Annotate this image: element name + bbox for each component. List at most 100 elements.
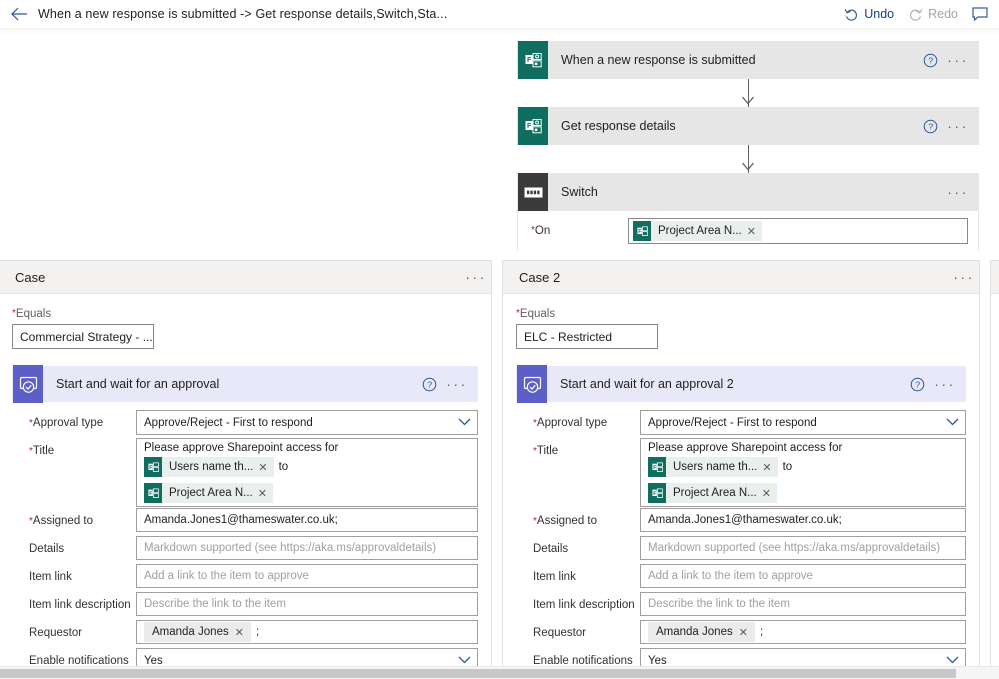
case-panel-3-partial[interactable] — [990, 260, 999, 679]
switch-on-input[interactable]: F Project Area N... ✕ — [628, 218, 968, 244]
case-2-equals-input[interactable]: ELC - Restricted — [516, 324, 658, 349]
svg-text:F: F — [527, 57, 532, 64]
remove-token-icon[interactable]: ✕ — [762, 461, 777, 474]
help-circle-icon[interactable]: ? — [917, 47, 943, 73]
more-options-icon[interactable]: ··· — [442, 371, 472, 397]
microsoft-forms-icon: F — [648, 483, 666, 503]
more-options-icon[interactable]: ··· — [943, 113, 973, 139]
horizontal-scrollbar-thumb[interactable] — [0, 669, 956, 678]
remove-token-icon[interactable]: ✕ — [229, 626, 251, 639]
case-2-title: Case 2 — [519, 269, 561, 285]
more-options-icon[interactable]: ··· — [949, 264, 979, 290]
svg-text:F: F — [149, 464, 152, 470]
more-options-icon[interactable]: ··· — [461, 264, 491, 290]
undo-button[interactable]: Undo — [837, 3, 901, 25]
case-1-title: Case — [15, 269, 46, 285]
item-link-description-placeholder: Describe the link to the item — [648, 598, 790, 610]
redo-button[interactable]: Redo — [901, 3, 965, 25]
item-link-description-input[interactable]: Describe the link to the item — [640, 592, 966, 616]
token-chip-label: Users name th... — [169, 461, 254, 473]
case-2-equals-label: *Equals — [516, 308, 556, 320]
field-item-link-description: Item link description Describe the link … — [516, 592, 966, 619]
trigger-title: When a new response is submitted — [561, 53, 756, 67]
help-circle-icon[interactable]: ? — [917, 113, 943, 139]
requestor-chip-label: Amanda Jones — [656, 626, 733, 638]
breadcrumb: When a new response is submitted -> Get … — [38, 7, 448, 21]
switch-on-label: *On — [531, 225, 551, 237]
token-chip-label: Project Area N... — [169, 487, 253, 499]
flow-card-trigger[interactable]: F When a new response is submitted ? ··· — [517, 41, 979, 79]
connector-trigger-to-action — [517, 79, 979, 107]
flow-card-switch[interactable]: Switch ··· *On F Project Area N... ✕ — [517, 173, 979, 251]
case-panel-1[interactable]: Case ··· *Equals Commercial Strategy - .… — [0, 260, 492, 679]
remove-token-icon[interactable]: ✕ — [258, 487, 273, 500]
more-options-icon[interactable]: ··· — [943, 179, 973, 205]
token-chip-project-area[interactable]: F Project Area N... ✕ — [633, 221, 762, 241]
case-1-equals-input[interactable]: Commercial Strategy - ... — [12, 324, 154, 349]
approval-type-dropdown[interactable]: Approve/Reject - First to respond — [136, 410, 478, 435]
assigned-to-input[interactable]: Amanda.Jones1@thameswater.co.uk; — [136, 508, 478, 532]
horizontal-scrollbar[interactable] — [0, 666, 999, 679]
field-assigned-to: *Assigned to Amanda.Jones1@thameswater.c… — [12, 508, 478, 535]
field-assigned-to: *Assigned to Amanda.Jones1@thameswater.c… — [516, 508, 966, 535]
field-details: Details Markdown supported (see https://… — [516, 536, 966, 563]
item-link-description-input[interactable]: Describe the link to the item — [136, 592, 478, 616]
approval-type-dropdown[interactable]: Approve/Reject - First to respond — [640, 410, 966, 435]
flow-designer-canvas[interactable]: F When a new response is submitted ? ···… — [0, 33, 999, 679]
approval-card-1[interactable]: Start and wait for an approval ? ··· — [12, 365, 478, 403]
comment-icon — [972, 7, 988, 21]
svg-text:F: F — [527, 123, 532, 130]
svg-text:?: ? — [427, 379, 432, 389]
token-chip-users-name[interactable]: F Users name th... ✕ — [648, 457, 778, 477]
remove-token-icon[interactable]: ✕ — [762, 487, 777, 500]
item-link-placeholder: Add a link to the item to approve — [648, 570, 813, 582]
switch-title: Switch — [561, 185, 598, 199]
remove-token-icon[interactable]: ✕ — [733, 626, 755, 639]
help-circle-icon[interactable]: ? — [904, 371, 930, 397]
item-link-placeholder: Add a link to the item to approve — [144, 570, 309, 582]
case-panel-2[interactable]: Case 2 ··· *Equals ELC - Restricted Star… — [502, 260, 980, 679]
field-label: *Assigned to — [29, 515, 94, 527]
title-rich-input[interactable]: Please approve Sharepoint access for F U… — [640, 438, 966, 507]
field-label: Requestor — [29, 627, 83, 639]
more-options-icon[interactable]: ··· — [930, 371, 960, 397]
more-options-icon[interactable]: ··· — [943, 47, 973, 73]
item-link-description-placeholder: Describe the link to the item — [144, 598, 286, 610]
assigned-to-input[interactable]: Amanda.Jones1@thameswater.co.uk; — [640, 508, 966, 532]
switch-on-row: *On F Project Area N... ✕ — [518, 211, 978, 251]
field-label: *Approval type — [29, 417, 104, 429]
chevron-down-icon — [940, 417, 959, 429]
item-link-input[interactable]: Add a link to the item to approve — [640, 564, 966, 588]
token-chip-project-area[interactable]: F Project Area N... ✕ — [144, 483, 273, 503]
enable-notifications-value: Yes — [144, 654, 163, 667]
remove-token-icon[interactable]: ✕ — [258, 461, 273, 474]
field-item-link: Item link Add a link to the item to appr… — [516, 564, 966, 591]
requestor-chip[interactable]: Amanda Jones ✕ — [648, 622, 755, 642]
details-input[interactable]: Markdown supported (see https://aka.ms/a… — [136, 536, 478, 560]
remove-token-icon[interactable]: ✕ — [747, 225, 762, 238]
switch-header[interactable]: Switch ··· — [517, 173, 979, 211]
requestor-input[interactable]: Amanda Jones ✕ ; — [136, 620, 478, 644]
token-chip-users-name[interactable]: F Users name th... ✕ — [144, 457, 274, 477]
microsoft-forms-icon: F — [144, 457, 162, 477]
requestor-chip[interactable]: Amanda Jones ✕ — [144, 622, 251, 642]
details-input[interactable]: Markdown supported (see https://aka.ms/a… — [640, 536, 966, 560]
item-link-input[interactable]: Add a link to the item to approve — [136, 564, 478, 588]
approval-card-2[interactable]: Start and wait for an approval 2 ? ··· — [516, 365, 966, 403]
approval-1-fields: *Approval type Approve/Reject - First to… — [12, 410, 478, 679]
flow-card-action[interactable]: F Get response details ? ··· — [517, 107, 979, 145]
field-requestor: Requestor Amanda Jones ✕ ; — [12, 620, 478, 647]
command-bar: When a new response is submitted -> Get … — [0, 0, 999, 29]
feedback-button[interactable] — [965, 3, 995, 25]
requestor-input[interactable]: Amanda Jones ✕ ; — [640, 620, 966, 644]
back-button[interactable] — [0, 0, 38, 28]
title-rich-input[interactable]: Please approve Sharepoint access for F U… — [136, 438, 478, 507]
token-chip-project-area[interactable]: F Project Area N... ✕ — [648, 483, 777, 503]
redo-label: Redo — [928, 7, 958, 21]
svg-text:?: ? — [928, 121, 933, 131]
microsoft-forms-icon: F — [518, 41, 548, 79]
details-placeholder: Markdown supported (see https://aka.ms/a… — [648, 542, 941, 554]
help-circle-icon[interactable]: ? — [416, 371, 442, 397]
approval-type-value: Approve/Reject - First to respond — [144, 416, 313, 429]
case-1-header: Case ··· — [0, 261, 491, 294]
